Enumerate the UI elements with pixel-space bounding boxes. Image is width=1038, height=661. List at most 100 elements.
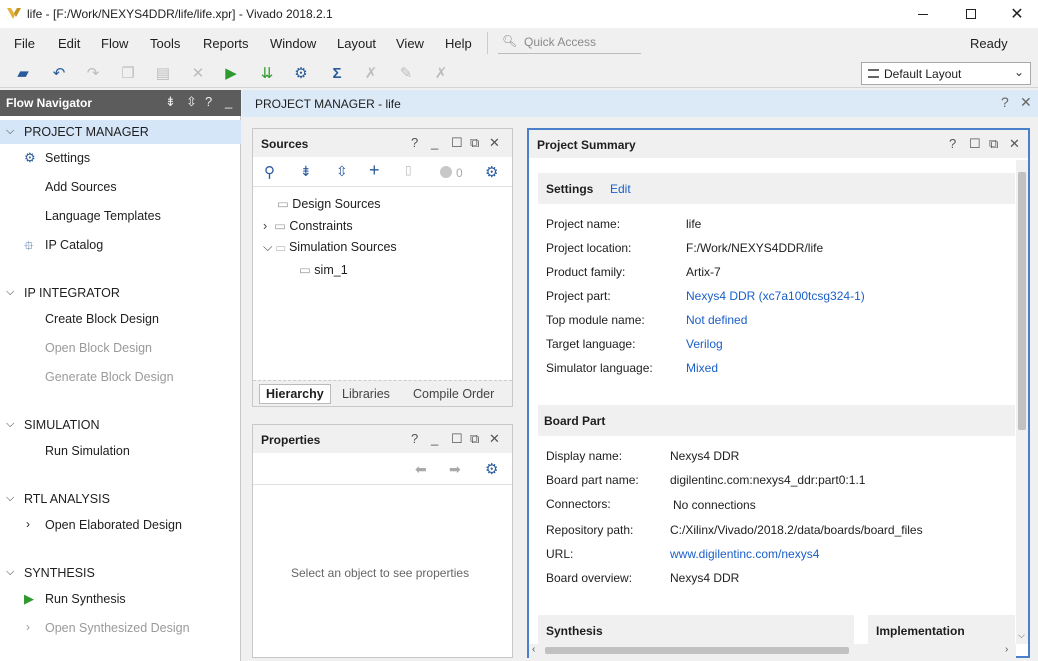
section-project-manager[interactable]: ⌵ PROJECT MANAGER <box>0 120 241 144</box>
maximize-button[interactable] <box>948 0 994 28</box>
tree-item-simulation-sources[interactable]: ⌵ ▭ Simulation Sources <box>263 240 397 255</box>
undo-button[interactable]: ↶ <box>48 62 70 84</box>
gear-icon[interactable]: ⚙ <box>485 460 498 478</box>
project-part-link[interactable]: Nexys4 DDR (xc7a100tcsg324-1) <box>686 289 865 303</box>
menu-tools[interactable]: Tools <box>150 36 180 51</box>
open-project-button[interactable]: ▰ <box>12 62 34 84</box>
disabled-tool-button-1[interactable]: ✗ <box>360 62 382 84</box>
paste-button[interactable]: ▤ <box>152 62 174 84</box>
report-button[interactable]: Σ <box>326 62 348 84</box>
run-button[interactable]: ▶ <box>220 62 242 84</box>
chevron-down-icon[interactable]: ⌵ <box>1018 630 1025 641</box>
menu-window[interactable]: Window <box>270 36 316 51</box>
redo-icon: ↷ <box>86 65 100 82</box>
top-module-link[interactable]: Not defined <box>686 313 747 327</box>
disabled-tool-button-3[interactable]: ✗ <box>430 62 452 84</box>
float-panel-icon[interactable]: ⧉ <box>470 135 479 151</box>
delete-button[interactable]: ✕ <box>187 62 209 84</box>
project-summary-body: Settings Edit Project name: life Project… <box>529 160 1015 644</box>
chevron-left-icon[interactable]: ‹ <box>532 644 535 655</box>
layout-select[interactable]: Default Layout ⌄ <box>861 62 1031 85</box>
float-panel-icon[interactable]: ⧉ <box>989 136 998 152</box>
tree-item-label: Constraints <box>289 219 353 233</box>
close-icon[interactable]: ✕ <box>1020 94 1032 111</box>
vertical-scroll-thumb[interactable] <box>1018 172 1026 430</box>
help-icon[interactable]: ? <box>411 431 418 446</box>
minimize-panel-icon[interactable]: _ <box>431 135 438 150</box>
tab-hierarchy[interactable]: Hierarchy <box>259 384 331 404</box>
section-rtl-analysis[interactable]: ⌵ RTL ANALYSIS <box>0 487 241 511</box>
back-arrow-icon[interactable]: ⬅ <box>415 461 427 478</box>
collapse-all-icon[interactable]: ⇟ <box>300 163 312 180</box>
section-simulation[interactable]: ⌵ SIMULATION <box>0 413 241 437</box>
project-manager-title: PROJECT MANAGER - life <box>255 97 401 111</box>
tree-item-design-sources[interactable]: ▭ Design Sources <box>277 196 381 211</box>
horizontal-scroll-thumb[interactable] <box>545 647 849 654</box>
maximize-panel-icon[interactable]: ☐ <box>969 136 981 152</box>
generate-bitstream-button[interactable]: ⇊ <box>256 62 278 84</box>
tree-item-sim-1[interactable]: ▭ sim_1 <box>299 262 348 277</box>
horizontal-scrollbar[interactable]: ‹ › <box>529 644 1016 658</box>
close-icon[interactable]: ✕ <box>1009 136 1020 152</box>
help-icon[interactable]: ? <box>949 136 956 151</box>
maximize-panel-icon[interactable]: ☐ <box>451 135 463 151</box>
gear-icon: ⚙ <box>24 150 36 165</box>
close-icon[interactable]: ✕ <box>489 135 500 151</box>
sources-tree: ▭ Design Sources › ▭ Constraints ⌵ ▭ Sim… <box>253 191 512 376</box>
maximize-panel-icon[interactable]: ☐ <box>451 431 463 447</box>
gear-icon[interactable]: ⚙ <box>485 163 498 181</box>
help-icon[interactable]: ? <box>1001 94 1009 110</box>
copy-button[interactable]: ❐ <box>117 62 139 84</box>
quick-access-field[interactable]: 🔍︎ Quick Access <box>498 31 641 54</box>
menu-flow[interactable]: Flow <box>101 36 128 51</box>
menu-layout[interactable]: Layout <box>337 36 376 51</box>
board-url-link[interactable]: www.digilentinc.com/nexys4 <box>670 547 819 561</box>
float-panel-icon[interactable]: ⧉ <box>470 431 479 447</box>
tree-item-constraints[interactable]: › ▭ Constraints <box>263 218 353 233</box>
nav-item-run-synthesis[interactable]: ▶ Run Synthesis <box>0 587 241 611</box>
redo-button[interactable]: ↷ <box>82 62 104 84</box>
properties-icon[interactable]: ▯ <box>405 163 412 177</box>
disabled-tool-button-2[interactable]: ✎ <box>395 62 417 84</box>
edit-settings-link[interactable]: Edit <box>610 182 631 196</box>
search-icon[interactable]: ⚲ <box>264 163 275 181</box>
menu-reports[interactable]: Reports <box>203 36 249 51</box>
settings-button[interactable]: ⚙ <box>290 62 312 84</box>
simulator-language-link[interactable]: Mixed <box>686 361 718 375</box>
minimize-panel-icon[interactable]: _ <box>225 94 232 109</box>
nav-item-settings[interactable]: ⚙ Settings <box>0 146 241 170</box>
tab-compile-order[interactable]: Compile Order <box>413 387 494 401</box>
nav-item-create-block-design[interactable]: Create Block Design <box>0 307 241 331</box>
minimize-button[interactable] <box>900 0 946 28</box>
tab-libraries[interactable]: Libraries <box>342 387 390 401</box>
menu-edit[interactable]: Edit <box>58 36 80 51</box>
settings-label: Settings <box>546 182 594 196</box>
close-icon[interactable]: ✕ <box>489 431 500 447</box>
forward-arrow-icon[interactable]: ➡ <box>449 461 461 478</box>
section-synthesis[interactable]: ⌵ SYNTHESIS <box>0 561 241 585</box>
copy-icon: ❐ <box>121 65 135 82</box>
collapse-all-icon[interactable]: ⇟ <box>165 94 176 110</box>
nav-item-add-sources[interactable]: Add Sources <box>0 175 241 199</box>
menu-file[interactable]: File <box>14 36 35 51</box>
nav-item-ip-catalog[interactable]: ⯐ IP Catalog <box>0 233 241 257</box>
target-language-link[interactable]: Verilog <box>686 337 723 351</box>
nav-item-open-block-design[interactable]: Open Block Design <box>0 336 241 360</box>
close-window-button[interactable]: ✕ <box>994 0 1038 28</box>
section-ip-integrator[interactable]: ⌵ IP INTEGRATOR <box>0 281 241 305</box>
chevron-right-icon[interactable]: › <box>1005 644 1008 655</box>
menu-help[interactable]: Help <box>445 36 472 51</box>
nav-item-open-synthesized-design[interactable]: › Open Synthesized Design <box>0 616 241 640</box>
add-sources-icon[interactable]: + <box>369 160 380 181</box>
menu-view[interactable]: View <box>396 36 424 51</box>
nav-item-open-elaborated-design[interactable]: › Open Elaborated Design <box>0 513 241 537</box>
nav-item-language-templates[interactable]: Language Templates <box>0 204 241 228</box>
minimize-panel-icon[interactable]: _ <box>431 431 438 446</box>
vertical-scrollbar[interactable]: ⌵ <box>1016 160 1028 644</box>
help-icon[interactable]: ? <box>411 135 418 150</box>
nav-item-generate-block-design[interactable]: Generate Block Design <box>0 365 241 389</box>
expand-all-icon[interactable]: ⇳ <box>336 163 348 180</box>
help-icon[interactable]: ? <box>205 94 212 109</box>
expand-all-icon[interactable]: ⇳ <box>186 94 197 110</box>
nav-item-run-simulation[interactable]: Run Simulation <box>0 439 241 463</box>
